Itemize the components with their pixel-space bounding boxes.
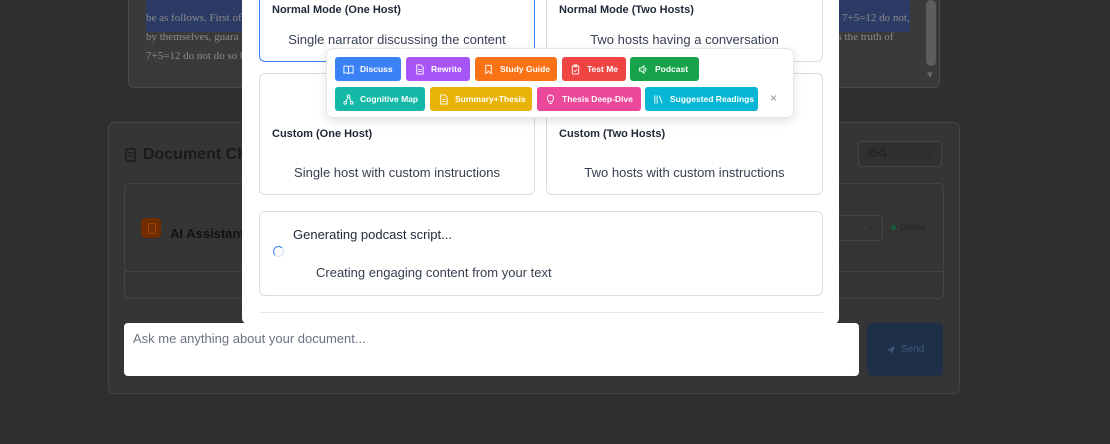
send-icon — [886, 345, 895, 354]
loading-spinner-icon — [273, 246, 284, 257]
mode-title: Custom (Two Hosts) — [559, 128, 666, 140]
chat-input[interactable] — [124, 323, 859, 376]
suggested-readings-button[interactable]: Suggested Readings — [645, 87, 758, 111]
podcast-button[interactable]: Podcast — [630, 57, 699, 81]
lightbulb-icon — [546, 94, 555, 104]
status-text: Online — [900, 222, 927, 232]
summary-thesis-label: Summary+Thesis — [455, 94, 526, 104]
rewrite-label: Rewrite — [431, 64, 462, 74]
close-icon[interactable]: × — [770, 91, 777, 105]
mode-description: Two hosts with custom instructions — [584, 165, 785, 180]
cognitive-map-button[interactable]: Cognitive Map — [335, 87, 425, 111]
status-dot — [891, 224, 896, 230]
assistant-name: AI Assistant — [170, 226, 245, 241]
assistant-avatar — [141, 218, 161, 238]
document-icon — [440, 93, 448, 105]
clipboard-icon — [571, 64, 580, 75]
generation-status-card: Generating podcast script... Creating en… — [259, 211, 823, 296]
cognitive-map-label: Cognitive Map — [360, 94, 419, 104]
discuss-button[interactable]: Discuss — [335, 57, 401, 81]
mode-description: Single narrator discussing the content — [288, 32, 506, 47]
file-text-icon — [416, 63, 424, 75]
test-me-label: Test Me — [587, 64, 619, 74]
network-icon — [343, 93, 354, 105]
doc-line: by themselves, guara — [146, 31, 239, 43]
divider — [259, 312, 823, 313]
mode-title: Normal Mode (Two Hosts) — [559, 4, 694, 16]
rewrite-button[interactable]: Rewrite — [406, 57, 470, 81]
scrollbar-thumb[interactable] — [926, 0, 936, 66]
chat-title-text: Document Ch — [143, 146, 247, 163]
suggested-readings-label: Suggested Readings — [670, 94, 755, 104]
chat-panel-title: Document Ch — [124, 146, 247, 164]
mode-description: Single host with custom instructions — [294, 165, 500, 180]
doc-line: be as follows. First of — [146, 12, 242, 24]
generation-status-title: Generating podcast script... — [293, 227, 452, 242]
library-icon — [654, 94, 663, 104]
language-select[interactable]: ZH1 ⌄ — [858, 141, 942, 167]
mode-title: Custom (One Host) — [272, 128, 373, 140]
chevron-down-icon: ⌄ — [867, 221, 875, 231]
language-value: ZH1 — [868, 148, 887, 159]
mode-description: Two hosts having a conversation — [590, 32, 779, 47]
study-guide-label: Study Guide — [500, 64, 551, 74]
test-me-button[interactable]: Test Me — [562, 57, 626, 81]
chevron-down-icon: ⌄ — [925, 148, 933, 158]
podcast-label: Podcast — [655, 64, 689, 74]
doc-line: us the truth of — [832, 31, 894, 43]
scroll-down-icon[interactable]: ▼ — [925, 70, 935, 81]
speaker-icon — [638, 64, 647, 74]
thesis-deep-dive-label: Thesis Deep-Dive — [562, 94, 633, 104]
send-label: Send — [900, 344, 925, 355]
doc-line: 7+5=12 do not do so b — [146, 50, 246, 62]
send-button[interactable]: Send — [867, 323, 943, 376]
discuss-label: Discuss — [360, 64, 393, 74]
status-badge: Online — [891, 222, 926, 232]
thesis-deep-dive-button[interactable]: Thesis Deep-Dive — [537, 87, 641, 111]
generation-status-subtitle: Creating engaging content from your text — [316, 265, 552, 280]
summary-thesis-button[interactable]: Summary+Thesis — [430, 87, 532, 111]
study-guide-button[interactable]: Study Guide — [475, 57, 557, 81]
book-open-icon — [343, 64, 354, 74]
document-icon — [125, 148, 136, 162]
mode-title: Normal Mode (One Host) — [272, 4, 401, 16]
bookmark-icon — [485, 64, 492, 75]
doc-line: 7+5=12 do not, — [842, 12, 910, 24]
selection-action-toolbar: Discuss Rewrite Study Guide Test Me Podc… — [326, 48, 794, 118]
